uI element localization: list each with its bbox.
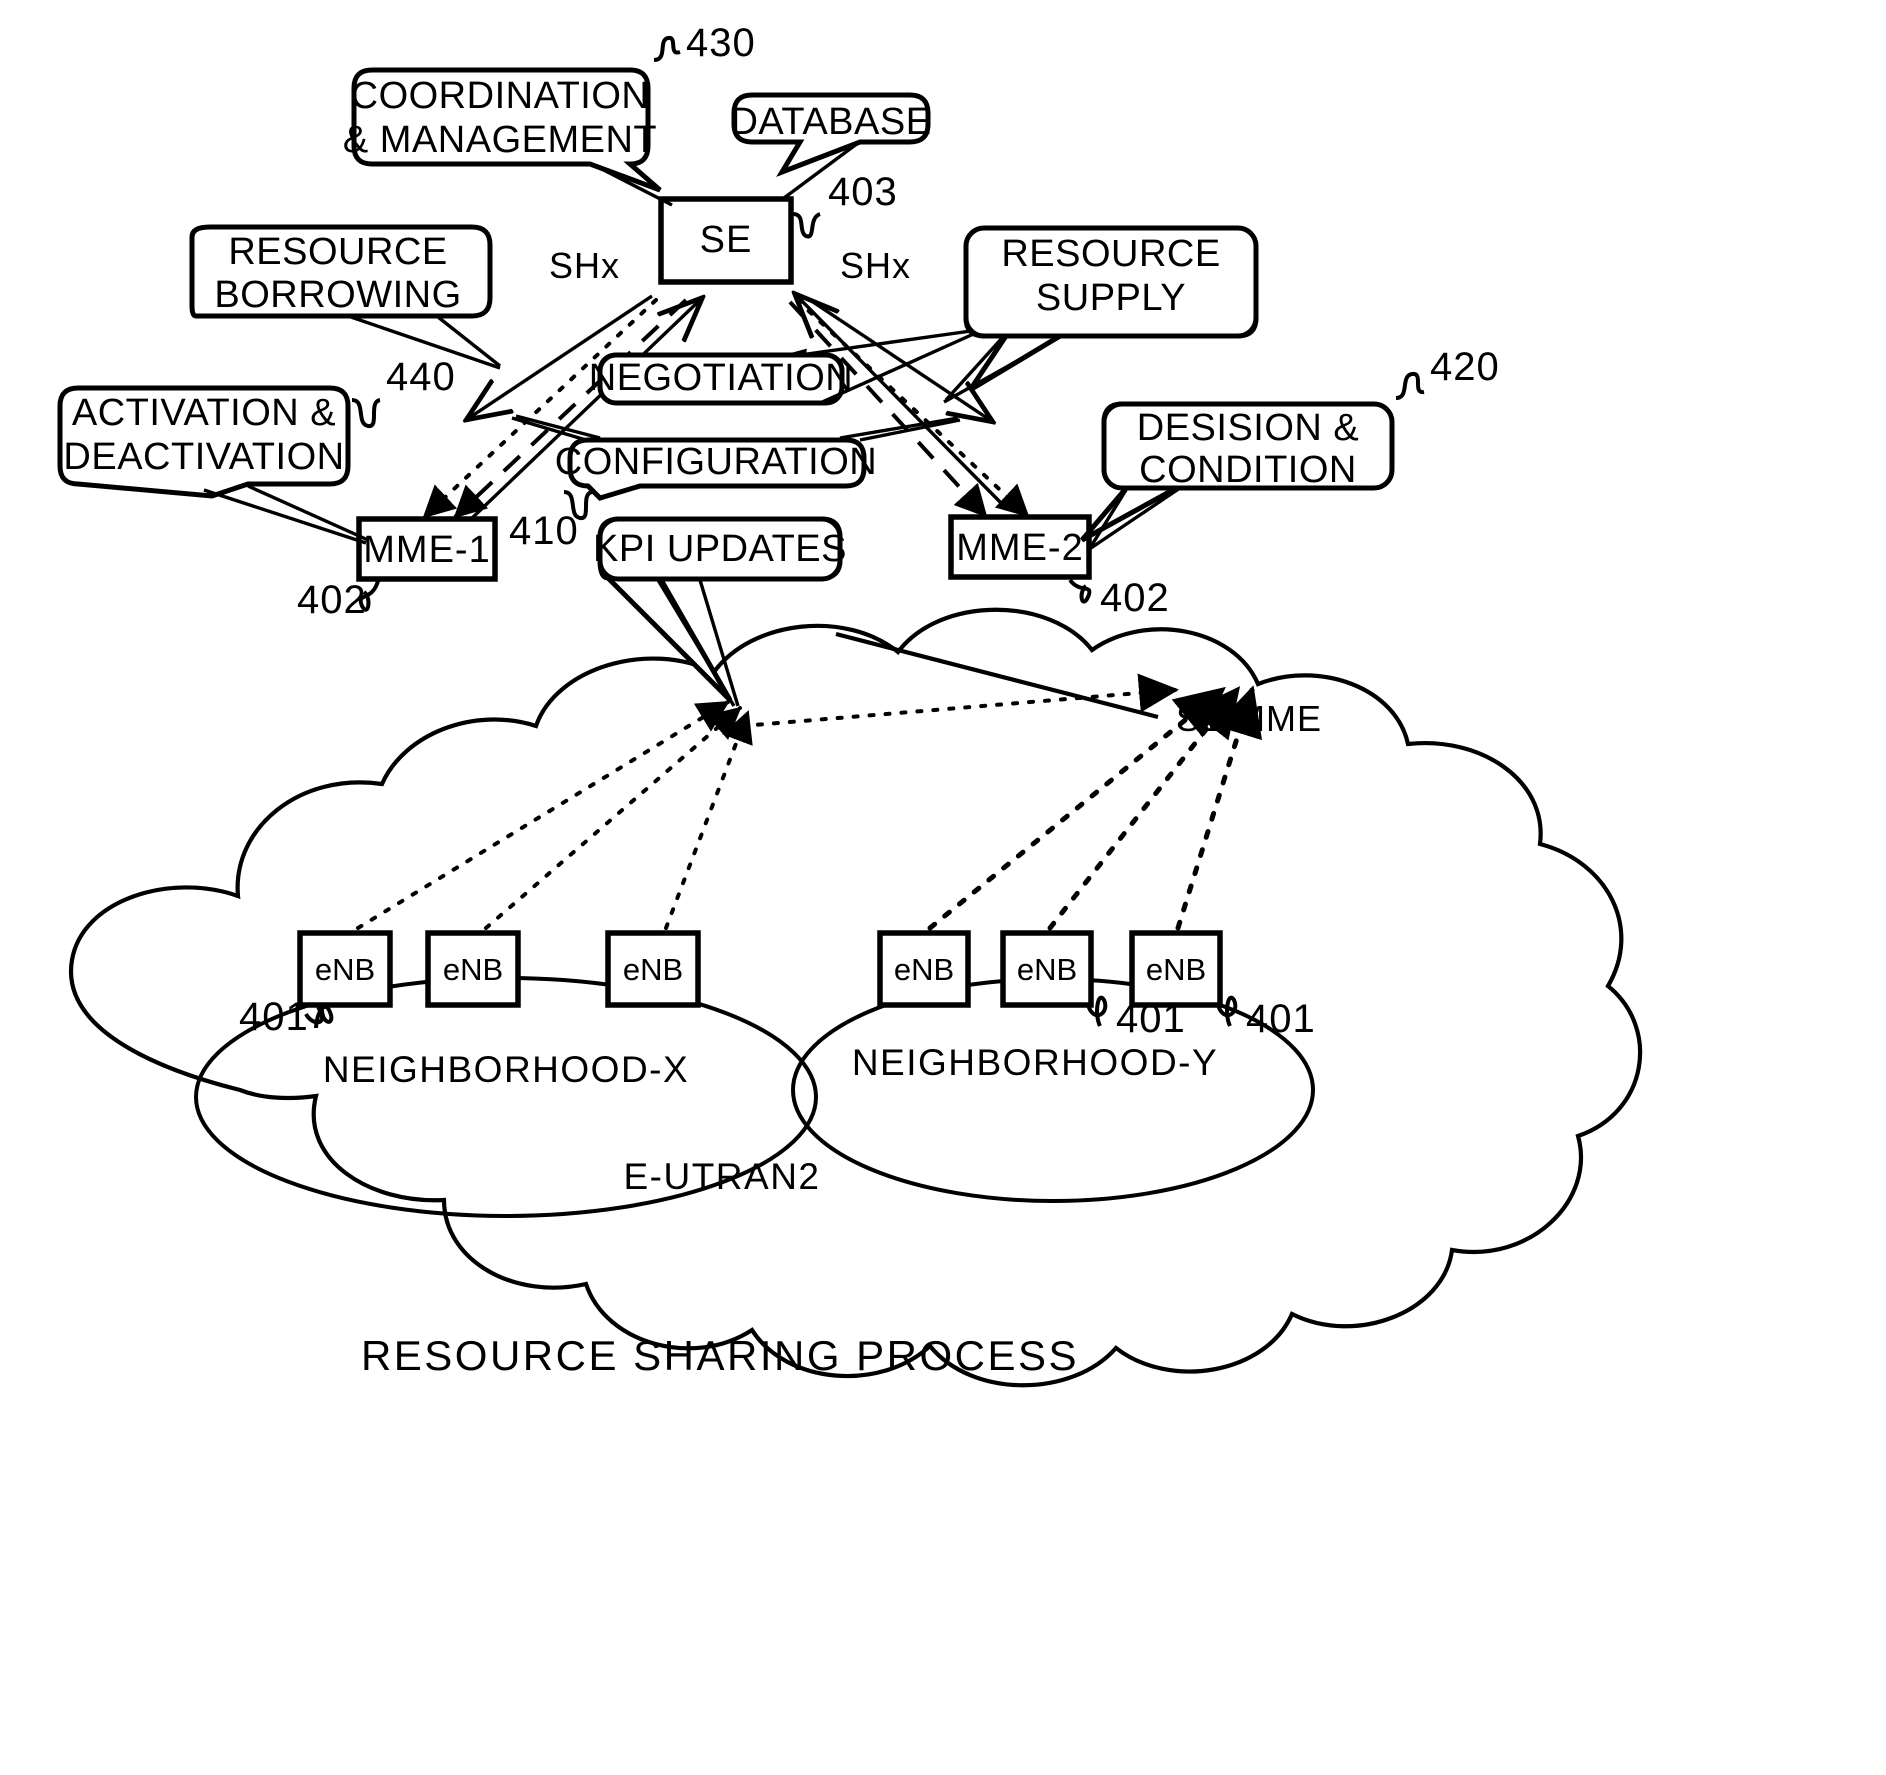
ref-401-a-label: 401	[239, 995, 309, 1039]
enb-x1-label: eNB	[315, 952, 375, 987]
callout-configuration-line1: CONFIGURATION	[555, 441, 877, 483]
callout-activation[interactable]: ACTIVATION & DEACTIVATION	[57, 385, 369, 545]
enb-y1-label: eNB	[894, 952, 954, 987]
callout-borrowing-line2: BORROWING	[214, 274, 461, 316]
ref-410: 410	[509, 490, 593, 553]
patent-figure: E-UTRAN2 NEIGHBORHOOD-X NEIGHBORHOOD-Y e…	[57, 21, 1643, 1388]
ref-440-label: 440	[386, 355, 456, 399]
enb-y2[interactable]: eNB	[1000, 930, 1094, 1008]
shx-right-label: SHx	[840, 245, 911, 286]
ref-401-b-label: 401	[1116, 997, 1186, 1041]
mme2-label: MME-2	[956, 527, 1083, 569]
neighborhood-x-label: NEIGHBORHOOD-X	[323, 1049, 689, 1090]
enb-x2-label: eNB	[443, 952, 503, 987]
ref-420: 420	[1395, 345, 1500, 400]
callout-desision[interactable]: DESISION & CONDITION	[1080, 401, 1395, 552]
callout-supply-line1: RESOURCE	[1001, 233, 1220, 275]
neighborhood-y-label: NEIGHBORHOOD-Y	[852, 1042, 1218, 1083]
se-label: SE	[700, 219, 753, 261]
ref-402-left: 402	[297, 578, 380, 622]
ref-430: 430	[653, 21, 756, 65]
callout-negotiation-line1: NEGOTIATION	[589, 357, 853, 399]
callout-database-line1: DATABASE	[730, 101, 931, 143]
mme2-node[interactable]: MME-2	[948, 514, 1092, 580]
ref-401-c-label: 401	[1246, 997, 1316, 1041]
eutran-label: E-UTRAN2	[623, 1156, 820, 1197]
enb-y3-label: eNB	[1146, 952, 1206, 987]
callout-negotiation[interactable]: NEGOTIATION	[589, 328, 979, 406]
callout-borrowing-line1: RESOURCE	[228, 231, 447, 273]
callout-desision-line1: DESISION &	[1137, 407, 1360, 449]
s1-mme-label: S1-MME	[1176, 698, 1322, 739]
ref-402-right-label: 402	[1100, 576, 1170, 620]
ref-410-label: 410	[509, 509, 579, 553]
mme1-label: MME-1	[363, 529, 490, 571]
ref-403-label: 403	[828, 170, 898, 214]
callout-resource-supply[interactable]: RESOURCE SUPPLY	[943, 225, 1259, 404]
figure-title: RESOURCE SHARING PROCESS	[361, 1332, 1079, 1379]
ref-402-right: 402	[1068, 576, 1170, 620]
callout-coordination[interactable]: COORDINATION & MANAGEMENT	[343, 67, 673, 207]
enb-y1[interactable]: eNB	[877, 930, 971, 1008]
enb-x3-label: eNB	[623, 952, 683, 987]
enb-x3[interactable]: eNB	[605, 930, 701, 1008]
callout-kpi-line1: KPI UPDATES	[593, 528, 847, 570]
callout-activation-line1: ACTIVATION &	[72, 392, 336, 434]
callout-coordination-line1: COORDINATION	[351, 75, 650, 117]
se-node[interactable]: SE	[658, 196, 794, 285]
callout-configuration[interactable]: CONFIGURATION	[511, 414, 961, 501]
callout-desision-line2: CONDITION	[1139, 449, 1357, 491]
ref-430-label: 430	[686, 21, 756, 65]
enb-y2-label: eNB	[1017, 952, 1077, 987]
enb-x2[interactable]: eNB	[425, 930, 521, 1008]
ref-402-left-label: 402	[297, 578, 367, 622]
ref-440: 440	[351, 355, 456, 428]
enb-y3[interactable]: eNB	[1129, 930, 1223, 1008]
callout-activation-line2: DEACTIVATION	[63, 436, 344, 478]
shx-left-label: SHx	[549, 245, 620, 286]
ref-420-label: 420	[1430, 345, 1500, 389]
mme1-node[interactable]: MME-1	[356, 516, 498, 582]
enb-x1[interactable]: eNB	[297, 930, 393, 1008]
callout-resource-borrowing[interactable]: RESOURCE BORROWING	[189, 224, 502, 370]
callout-supply-line2: SUPPLY	[1036, 277, 1186, 319]
callout-coordination-line2: & MANAGEMENT	[343, 119, 657, 161]
figure-canvas: E-UTRAN2 NEIGHBORHOOD-X NEIGHBORHOOD-Y e…	[0, 0, 1886, 1775]
